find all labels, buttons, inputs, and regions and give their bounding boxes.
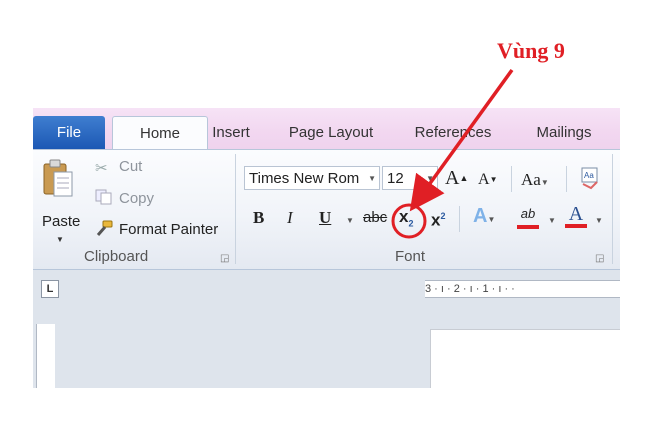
annotation-arrow: [409, 68, 514, 212]
annotation-overlay: [391, 68, 514, 239]
annotation-circle: [391, 203, 427, 239]
